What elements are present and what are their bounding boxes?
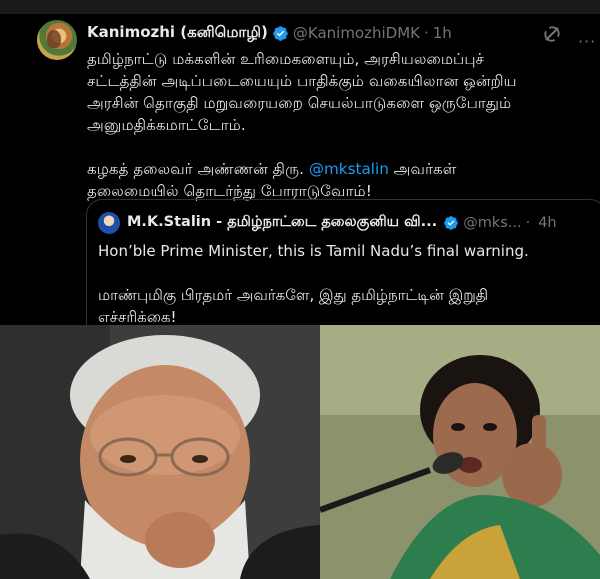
top-cropped-bar: [0, 0, 600, 14]
author-handle[interactable]: @KanimozhiDMK: [293, 24, 420, 42]
tweet-body-line: கழகத் தலைவர் அண்ணன் திரு. @mkstalin அவர்…: [87, 158, 597, 180]
verified-badge-icon: [273, 25, 288, 41]
quoted-tweet-header: M.K.Stalin - தமிழ்நாட்டை தலைகுனிய வி... …: [127, 213, 557, 233]
author-name[interactable]: Kanimozhi (கனிமொழி): [87, 23, 268, 43]
verified-badge-icon: [444, 216, 459, 230]
tweet-body-line: சட்டத்தின் அடிப்படையையும் பாதிக்கும் வகை…: [87, 72, 517, 90]
quoted-post-time[interactable]: 4h: [538, 215, 556, 231]
quoted-tweet-body: Hon’ble Prime Minister, this is Tamil Na…: [98, 240, 598, 325]
separator-dot: ·: [423, 24, 429, 42]
quoted-body-line: Hon’ble Prime Minister, this is Tamil Na…: [98, 242, 529, 260]
photo-man-thinking: [0, 325, 320, 579]
tweet-body-text: கழகத் தலைவர் அண்ணன் திரு.: [87, 160, 309, 178]
quoted-author-name[interactable]: M.K.Stalin - தமிழ்நாட்டை தலைகுனிய வி...: [127, 214, 437, 232]
post-time[interactable]: 1h: [433, 24, 452, 42]
author-avatar[interactable]: [37, 20, 77, 60]
quoted-author-handle[interactable]: @mks...: [463, 215, 521, 231]
photo-woman-speaking: [320, 325, 600, 579]
tweet-body: தமிழ்நாட்டு மக்களின் உரிமைகளையும், அரசிய…: [87, 48, 597, 202]
tweet-body-line: அனுமதிக்கமாட்டோம்.: [87, 116, 246, 134]
tweet-body-text: அவர்கள்: [388, 160, 457, 178]
quoted-body-line: மாண்புமிகு பிரதமர் அவர்களே, இது தமிழ்நாட…: [98, 286, 489, 304]
mention-link[interactable]: @mkstalin: [309, 160, 389, 178]
photo-collage: [0, 325, 600, 579]
tweet-body-line: அரசின் தொகுதி மறுவரையறை செயல்பாடுகளை ஒரு…: [87, 94, 512, 112]
tweet-body-line: தமிழ்நாட்டு மக்களின் உரிமைகளையும், அரசிய…: [87, 50, 485, 68]
tweet-card[interactable]: Kanimozhi (கனிமொழி) @KanimozhiDMK · 1h ·…: [0, 0, 600, 325]
tweet-header: Kanimozhi (கனிமொழி) @KanimozhiDMK · 1h: [87, 22, 452, 44]
grok-icon[interactable]: [541, 23, 563, 45]
photo-woman-illustration: [320, 325, 600, 579]
separator-dot: ·: [525, 215, 531, 231]
quoted-author-avatar[interactable]: [98, 212, 120, 234]
photo-man-illustration: [0, 325, 320, 579]
quoted-tweet[interactable]: M.K.Stalin - தமிழ்நாட்டை தலைகுனிய வி... …: [86, 199, 600, 325]
quoted-body-line: எச்சரிக்கை!: [98, 308, 177, 325]
